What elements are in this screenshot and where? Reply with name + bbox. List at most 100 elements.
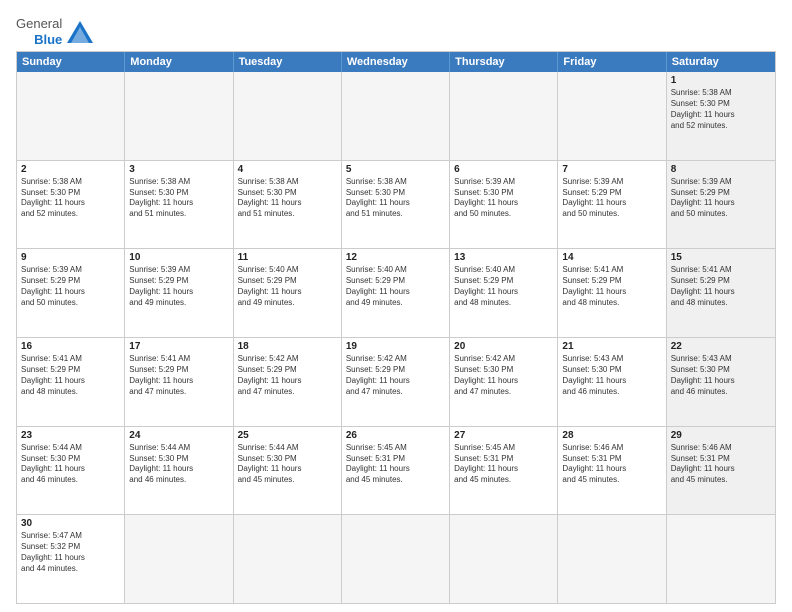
week-row-3: 9 Sunrise: 5:39 AM Sunset: 5:29 PM Daylig… bbox=[17, 249, 775, 338]
calendar-cell bbox=[667, 515, 775, 603]
cell-info: Sunrise: 5:44 AM Sunset: 5:30 PM Dayligh… bbox=[21, 443, 120, 486]
calendar-cell: 26Sunrise: 5:45 AM Sunset: 5:31 PM Dayli… bbox=[342, 427, 450, 515]
calendar-cell: 21 Sunrise: 5:43 AM Sunset: 5:30 PM Dayli… bbox=[558, 338, 666, 426]
cell-info: Sunrise: 5:44 AM Sunset: 5:30 PM Dayligh… bbox=[129, 443, 228, 486]
day-number: 16 bbox=[21, 341, 120, 352]
day-number: 18 bbox=[238, 341, 337, 352]
calendar-cell: 10Sunrise: 5:39 AM Sunset: 5:29 PM Dayli… bbox=[125, 249, 233, 337]
day-number: 25 bbox=[238, 430, 337, 441]
calendar-cell bbox=[17, 72, 125, 160]
calendar-cell bbox=[125, 515, 233, 603]
calendar-cell: 25 Sunrise: 5:44 AM Sunset: 5:30 PM Dayli… bbox=[234, 427, 342, 515]
logo-general: General bbox=[16, 16, 62, 32]
week-row-2: 2 Sunrise: 5:38 AM Sunset: 5:30 PM Daylig… bbox=[17, 161, 775, 250]
day-header-tuesday: Tuesday bbox=[234, 52, 342, 72]
calendar-cell bbox=[558, 515, 666, 603]
cell-info: Sunrise: 5:42 AM Sunset: 5:29 PM Dayligh… bbox=[346, 354, 445, 397]
logo-icon bbox=[65, 19, 95, 45]
calendar-cell: 14 Sunrise: 5:41 AM Sunset: 5:29 PM Dayli… bbox=[558, 249, 666, 337]
weeks: 1 Sunrise: 5:38 AM Sunset: 5:30 PM Daylig… bbox=[17, 72, 775, 603]
cell-info: Sunrise: 5:39 AM Sunset: 5:29 PM Dayligh… bbox=[562, 177, 661, 220]
calendar-cell: 22 Sunrise: 5:43 AM Sunset: 5:30 PM Dayli… bbox=[667, 338, 775, 426]
cell-info: Sunrise: 5:47 AM Sunset: 5:32 PM Dayligh… bbox=[21, 531, 120, 574]
day-number: 21 bbox=[562, 341, 661, 352]
cell-info: Sunrise: 5:38 AM Sunset: 5:30 PM Dayligh… bbox=[21, 177, 120, 220]
day-number: 1 bbox=[671, 75, 771, 86]
cell-info: Sunrise: 5:45 AM Sunset: 5:31 PM Dayligh… bbox=[454, 443, 553, 486]
header: General Blue bbox=[16, 12, 776, 47]
calendar-cell bbox=[342, 515, 450, 603]
cell-info: Sunrise: 5:44 AM Sunset: 5:30 PM Dayligh… bbox=[238, 443, 337, 486]
day-header-wednesday: Wednesday bbox=[342, 52, 450, 72]
day-number: 5 bbox=[346, 164, 445, 175]
day-number: 24 bbox=[129, 430, 228, 441]
calendar-cell: 12Sunrise: 5:40 AM Sunset: 5:29 PM Dayli… bbox=[342, 249, 450, 337]
logo: General Blue bbox=[16, 16, 95, 47]
week-row-1: 1Sunrise: 5:38 AM Sunset: 5:30 PM Daylig… bbox=[17, 72, 775, 161]
week-row-4: 16 Sunrise: 5:41 AM Sunset: 5:29 PM Dayli… bbox=[17, 338, 775, 427]
day-number: 8 bbox=[671, 164, 771, 175]
day-number: 27 bbox=[454, 430, 553, 441]
day-number: 7 bbox=[562, 164, 661, 175]
calendar-cell: 17 Sunrise: 5:41 AM Sunset: 5:29 PM Dayli… bbox=[125, 338, 233, 426]
page: General Blue SundayMondayTuesdayWednesda… bbox=[0, 0, 792, 612]
day-number: 22 bbox=[671, 341, 771, 352]
calendar-cell bbox=[450, 515, 558, 603]
day-header-thursday: Thursday bbox=[450, 52, 558, 72]
day-number: 9 bbox=[21, 252, 120, 263]
cell-info: Sunrise: 5:41 AM Sunset: 5:29 PM Dayligh… bbox=[562, 265, 661, 308]
day-number: 6 bbox=[454, 164, 553, 175]
cell-info: Sunrise: 5:42 AM Sunset: 5:29 PM Dayligh… bbox=[238, 354, 337, 397]
cell-info: Sunrise: 5:38 AM Sunset: 5:30 PM Dayligh… bbox=[238, 177, 337, 220]
cell-info: Sunrise: 5:45 AM Sunset: 5:31 PM Dayligh… bbox=[346, 443, 445, 486]
day-header-monday: Monday bbox=[125, 52, 233, 72]
logo-blue: Blue bbox=[34, 32, 62, 48]
cell-info: Sunrise: 5:46 AM Sunset: 5:31 PM Dayligh… bbox=[562, 443, 661, 486]
cell-info: Sunrise: 5:39 AM Sunset: 5:29 PM Dayligh… bbox=[129, 265, 228, 308]
calendar-cell: 7 Sunrise: 5:39 AM Sunset: 5:29 PM Daylig… bbox=[558, 161, 666, 249]
calendar-cell bbox=[450, 72, 558, 160]
day-header-friday: Friday bbox=[558, 52, 666, 72]
day-number: 29 bbox=[671, 430, 771, 441]
day-number: 12 bbox=[346, 252, 445, 263]
day-header-saturday: Saturday bbox=[667, 52, 775, 72]
day-number: 28 bbox=[562, 430, 661, 441]
cell-info: Sunrise: 5:38 AM Sunset: 5:30 PM Dayligh… bbox=[346, 177, 445, 220]
week-row-5: 23 Sunrise: 5:44 AM Sunset: 5:30 PM Dayli… bbox=[17, 427, 775, 516]
calendar-cell: 6 Sunrise: 5:39 AM Sunset: 5:30 PM Daylig… bbox=[450, 161, 558, 249]
cell-info: Sunrise: 5:39 AM Sunset: 5:30 PM Dayligh… bbox=[454, 177, 553, 220]
day-header-sunday: Sunday bbox=[17, 52, 125, 72]
calendar-cell: 9Sunrise: 5:39 AM Sunset: 5:29 PM Daylig… bbox=[17, 249, 125, 337]
day-number: 23 bbox=[21, 430, 120, 441]
day-number: 2 bbox=[21, 164, 120, 175]
calendar-cell: 1Sunrise: 5:38 AM Sunset: 5:30 PM Daylig… bbox=[667, 72, 775, 160]
calendar-cell: 16 Sunrise: 5:41 AM Sunset: 5:29 PM Dayli… bbox=[17, 338, 125, 426]
day-headers: SundayMondayTuesdayWednesdayThursdayFrid… bbox=[17, 52, 775, 72]
week-row-6: 30 Sunrise: 5:47 AM Sunset: 5:32 PM Dayli… bbox=[17, 515, 775, 603]
calendar-cell: 24 Sunrise: 5:44 AM Sunset: 5:30 PM Dayli… bbox=[125, 427, 233, 515]
day-number: 19 bbox=[346, 341, 445, 352]
day-number: 3 bbox=[129, 164, 228, 175]
day-number: 14 bbox=[562, 252, 661, 263]
calendar-cell: 15 Sunrise: 5:41 AM Sunset: 5:29 PM Dayli… bbox=[667, 249, 775, 337]
calendar-cell: 8 Sunrise: 5:39 AM Sunset: 5:29 PM Daylig… bbox=[667, 161, 775, 249]
cell-info: Sunrise: 5:39 AM Sunset: 5:29 PM Dayligh… bbox=[671, 177, 771, 220]
cell-info: Sunrise: 5:42 AM Sunset: 5:30 PM Dayligh… bbox=[454, 354, 553, 397]
cell-info: Sunrise: 5:43 AM Sunset: 5:30 PM Dayligh… bbox=[562, 354, 661, 397]
calendar-cell: 2 Sunrise: 5:38 AM Sunset: 5:30 PM Daylig… bbox=[17, 161, 125, 249]
cell-info: Sunrise: 5:38 AM Sunset: 5:30 PM Dayligh… bbox=[129, 177, 228, 220]
cell-info: Sunrise: 5:46 AM Sunset: 5:31 PM Dayligh… bbox=[671, 443, 771, 486]
calendar-cell bbox=[558, 72, 666, 160]
cell-info: Sunrise: 5:41 AM Sunset: 5:29 PM Dayligh… bbox=[129, 354, 228, 397]
cell-info: Sunrise: 5:41 AM Sunset: 5:29 PM Dayligh… bbox=[671, 265, 771, 308]
day-number: 30 bbox=[21, 518, 120, 529]
cell-info: Sunrise: 5:41 AM Sunset: 5:29 PM Dayligh… bbox=[21, 354, 120, 397]
day-number: 17 bbox=[129, 341, 228, 352]
day-number: 11 bbox=[238, 252, 337, 263]
calendar-cell bbox=[125, 72, 233, 160]
calendar-cell: 19 Sunrise: 5:42 AM Sunset: 5:29 PM Dayli… bbox=[342, 338, 450, 426]
calendar-cell bbox=[234, 515, 342, 603]
cell-info: Sunrise: 5:43 AM Sunset: 5:30 PM Dayligh… bbox=[671, 354, 771, 397]
calendar-cell: 4Sunrise: 5:38 AM Sunset: 5:30 PM Daylig… bbox=[234, 161, 342, 249]
day-number: 15 bbox=[671, 252, 771, 263]
